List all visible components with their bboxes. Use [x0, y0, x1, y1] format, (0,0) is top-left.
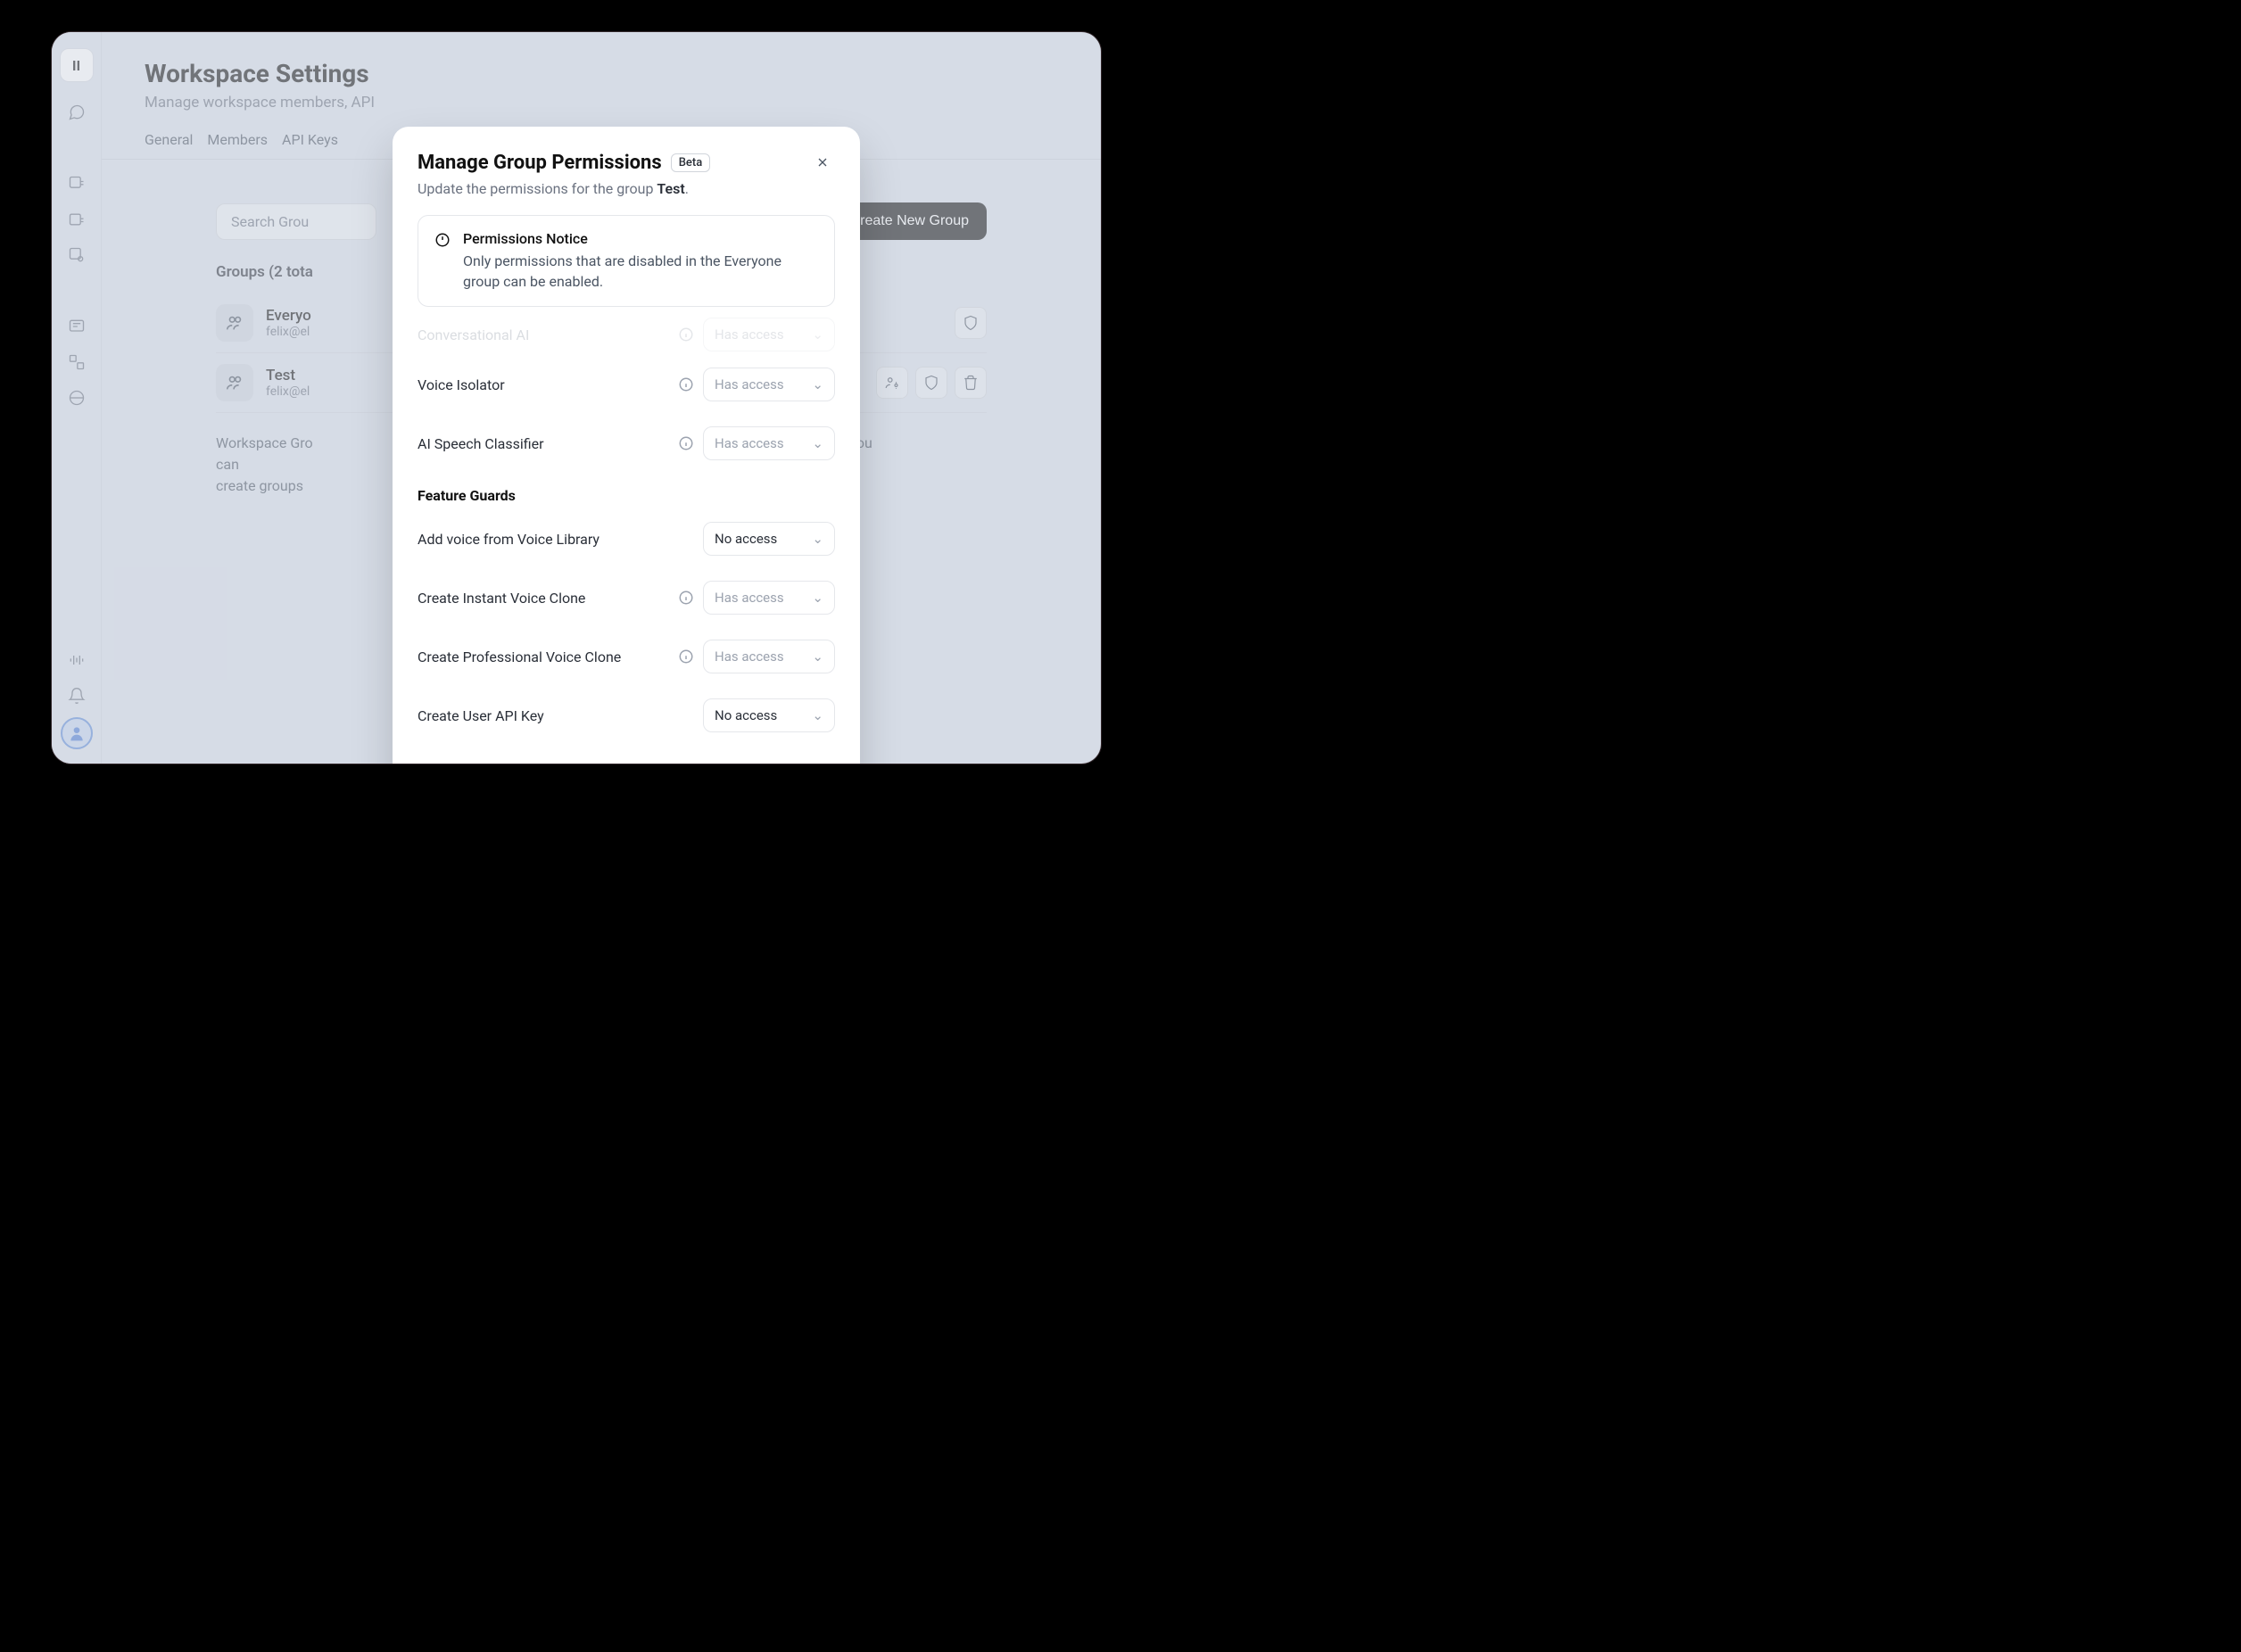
app-frame: II Workspace Settings Manage workspace m… — [52, 32, 1101, 764]
modal-title: Manage Group Permissions — [418, 152, 662, 174]
section-feature-guards: Feature Guards — [418, 473, 835, 509]
perm-label: Add voice from Voice Library — [418, 531, 600, 548]
perm-label: Voice Isolator — [418, 376, 505, 393]
access-select[interactable]: Has access⌄ — [703, 368, 835, 401]
beta-badge: Beta — [671, 153, 711, 172]
alert-icon — [434, 232, 451, 292]
info-icon[interactable] — [678, 435, 694, 451]
access-select[interactable]: No access⌄ — [703, 522, 835, 556]
access-select[interactable]: Has access⌄ — [703, 318, 835, 351]
notice-title: Permissions Notice — [463, 230, 818, 247]
perm-label: Create User API Key — [418, 707, 544, 724]
permissions-notice: Permissions Notice Only permissions that… — [418, 215, 835, 307]
close-button[interactable] — [810, 150, 835, 175]
info-icon[interactable] — [678, 376, 694, 392]
notice-body: Only permissions that are disabled in th… — [463, 251, 818, 292]
perm-label: Create Instant Voice Clone — [418, 590, 585, 607]
perm-label: Create Professional Voice Clone — [418, 648, 621, 665]
info-icon[interactable] — [678, 326, 694, 343]
modal-manage-permissions: Manage Group Permissions Beta Update the… — [393, 127, 860, 764]
access-select[interactable]: Has access⌄ — [703, 426, 835, 460]
access-select[interactable]: Has access⌄ — [703, 640, 835, 673]
info-icon[interactable] — [678, 648, 694, 665]
perm-label: AI Speech Classifier — [418, 435, 544, 452]
perm-label: Conversational AI — [418, 326, 529, 343]
access-select[interactable]: Has access⌄ — [703, 581, 835, 615]
access-select[interactable]: No access⌄ — [703, 698, 835, 732]
modal-subtitle: Update the permissions for the group Tes… — [418, 180, 835, 197]
close-icon — [815, 155, 830, 169]
info-icon[interactable] — [678, 590, 694, 606]
